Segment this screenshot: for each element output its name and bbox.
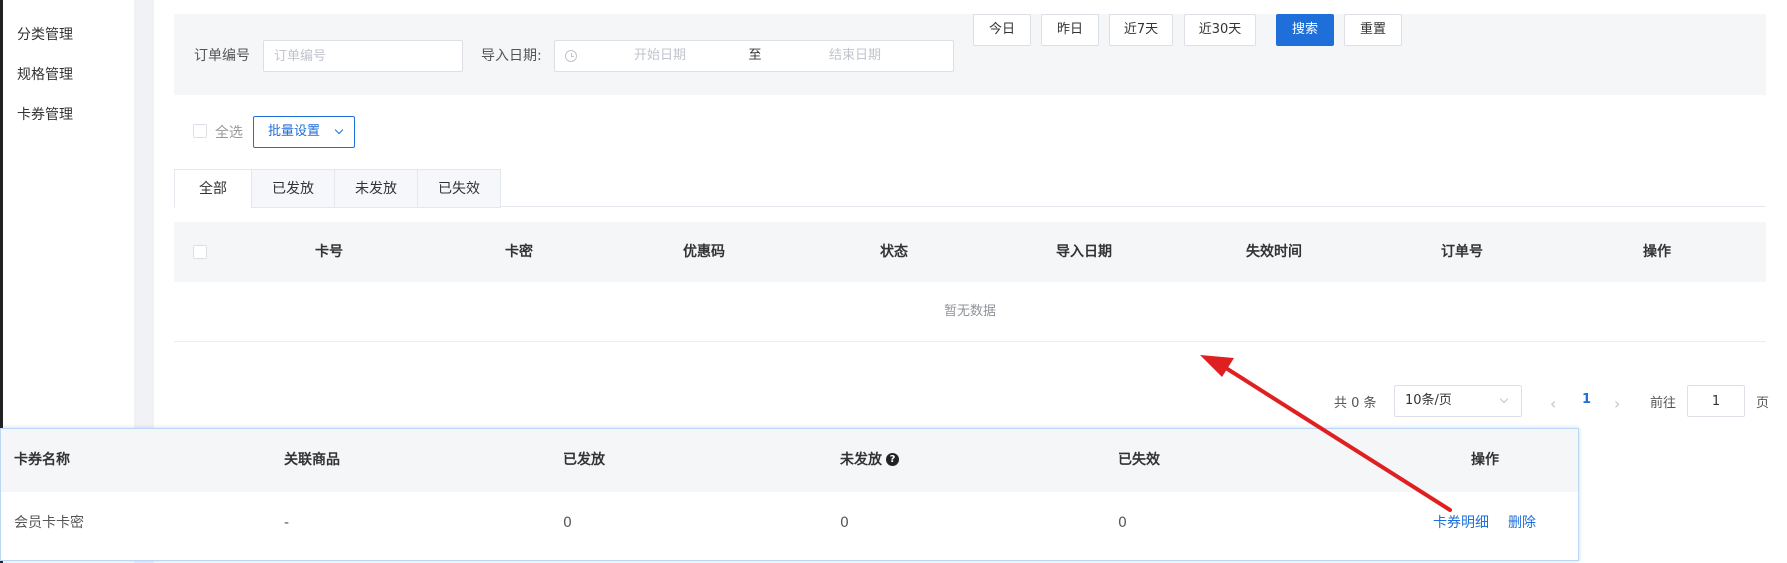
batch-settings-button[interactable]: 批量设置 <box>253 116 355 148</box>
col-card-secret: 卡密 <box>505 244 533 260</box>
col-status: 状态 <box>880 244 908 260</box>
page-unit-label: 页 <box>1756 396 1770 411</box>
header-checkbox[interactable] <box>193 245 207 259</box>
clock-icon <box>565 50 577 62</box>
import-date-label: 导入日期: <box>481 48 542 64</box>
start-date-input[interactable]: 开始日期 <box>585 41 735 71</box>
col-expire-time: 失效时间 <box>1246 244 1302 260</box>
tab-expired[interactable]: 已失效 <box>417 169 501 208</box>
current-page[interactable]: 1 <box>1582 392 1591 407</box>
date-range-separator: 至 <box>748 48 762 63</box>
goto-page-input[interactable] <box>1688 386 1744 416</box>
col-operations: 操作 <box>1471 452 1499 468</box>
end-date-input[interactable]: 结束日期 <box>775 41 935 71</box>
last-7-days-button[interactable]: 近7天 <box>1109 14 1173 46</box>
select-all-checkbox[interactable] <box>193 124 207 138</box>
coupon-name: 会员卡卡密 <box>14 515 84 531</box>
order-number-input[interactable] <box>264 41 462 71</box>
page-size-value: 10条/页 <box>1405 393 1452 408</box>
next-page-icon[interactable]: › <box>1614 394 1620 413</box>
sidebar-item-spec[interactable]: 规格管理 <box>17 64 73 84</box>
chevron-down-icon <box>334 125 344 135</box>
col-issued: 已发放 <box>563 452 605 468</box>
order-number-field[interactable] <box>263 40 463 72</box>
status-tabs: 全部 已发放 未发放 已失效 <box>174 169 1766 208</box>
col-card-number: 卡号 <box>315 244 343 260</box>
date-range-picker[interactable]: 开始日期 至 结束日期 <box>554 40 954 72</box>
pagination-total: 共 0 条 <box>1334 396 1377 411</box>
delete-link[interactable]: 删除 <box>1508 492 1536 554</box>
chevron-down-icon <box>1499 394 1509 404</box>
coupon-summary-table: 卡券名称 关联商品 已发放 未发放? 已失效 操作 会员卡卡密 - 0 0 卡券… <box>0 428 1579 561</box>
col-promo-code: 优惠码 <box>683 244 725 260</box>
col-unissued: 未发放? <box>840 429 899 492</box>
today-button[interactable]: 今日 <box>973 14 1031 46</box>
tab-unissued[interactable]: 未发放 <box>334 169 418 208</box>
filter-bar: 订单编号 导入日期: 开始日期 至 结束日期 今日 昨日 近7天 近30天 搜索… <box>174 14 1766 95</box>
col-import-date: 导入日期 <box>1056 244 1112 260</box>
col-coupon-name: 卡券名称 <box>14 452 70 468</box>
issued-count: 0 <box>563 515 572 531</box>
tab-all[interactable]: 全部 <box>174 169 252 208</box>
related-product: - <box>284 515 290 531</box>
goto-page-field[interactable] <box>1687 385 1745 417</box>
question-icon[interactable]: ? <box>886 453 899 466</box>
sidebar-item-category[interactable]: 分类管理 <box>17 24 73 44</box>
order-number-label: 订单编号 <box>194 48 250 64</box>
yesterday-button[interactable]: 昨日 <box>1041 14 1099 46</box>
page-size-select[interactable]: 10条/页 <box>1394 385 1522 417</box>
empty-state: 暂无数据 <box>174 282 1766 342</box>
last-30-days-button[interactable]: 近30天 <box>1184 14 1256 46</box>
col-actions: 操作 <box>1643 244 1671 260</box>
tab-issued[interactable]: 已发放 <box>251 169 335 208</box>
col-expired: 已失效 <box>1118 452 1160 468</box>
coupon-summary-header: 卡券名称 关联商品 已发放 未发放? 已失效 操作 <box>1 429 1578 492</box>
goto-label: 前往 <box>1650 396 1677 411</box>
col-related-product: 关联商品 <box>284 452 340 468</box>
expired-count: 0 <box>1118 515 1127 531</box>
prev-page-icon[interactable]: ‹ <box>1550 394 1556 413</box>
sidebar-item-coupon[interactable]: 卡券管理 <box>17 104 73 124</box>
col-order-number: 订单号 <box>1441 244 1483 260</box>
select-all-label: 全选 <box>215 125 243 141</box>
col-unissued-label: 未发放 <box>840 452 882 468</box>
batch-settings-label: 批量设置 <box>268 124 321 139</box>
reset-button[interactable]: 重置 <box>1344 14 1402 46</box>
search-button[interactable]: 搜索 <box>1276 14 1334 46</box>
unissued-count: 0 <box>840 515 849 531</box>
coupon-detail-link[interactable]: 卡券明细 <box>1433 492 1489 554</box>
table-header: 卡号 卡密 优惠码 状态 导入日期 失效时间 订单号 操作 <box>174 222 1766 282</box>
